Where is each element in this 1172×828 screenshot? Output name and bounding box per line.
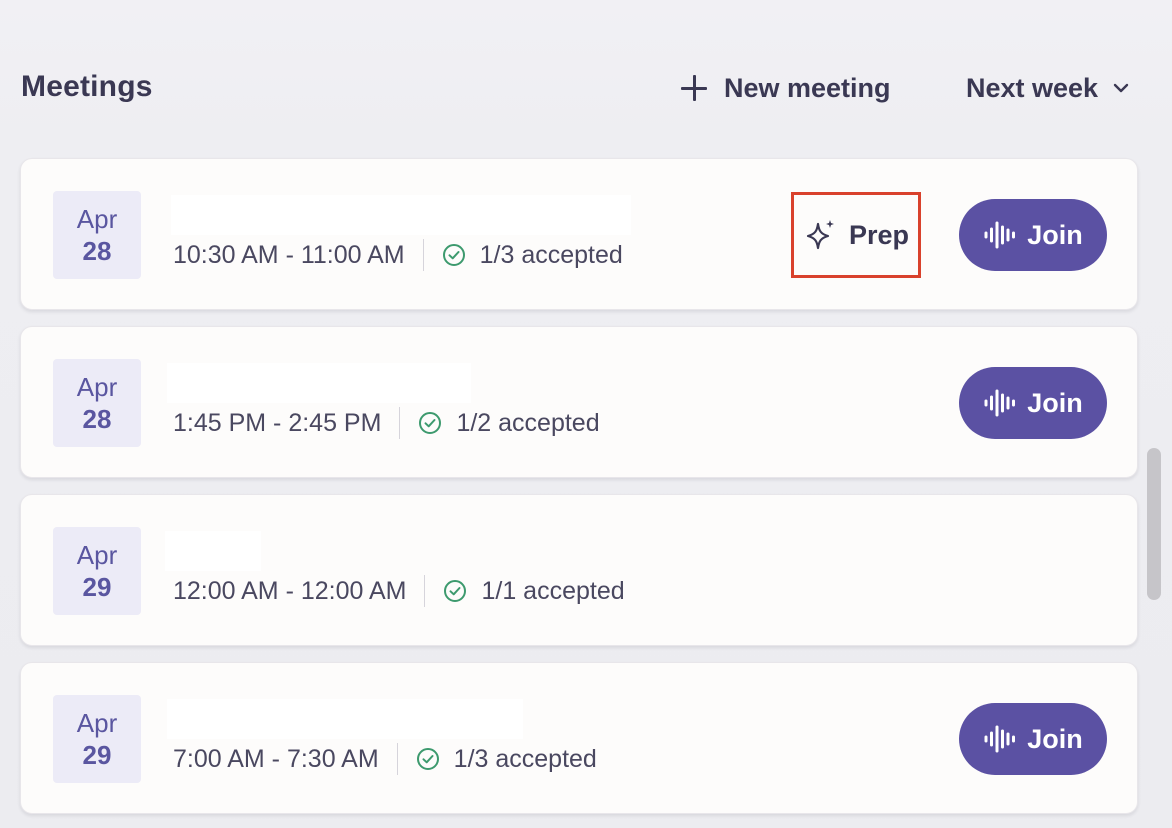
join-label: Join — [1027, 219, 1083, 250]
check-circle-icon — [419, 412, 442, 434]
meeting-time: 1:45 PM - 2:45 PM — [173, 408, 382, 437]
date-day: 29 — [82, 572, 112, 602]
join-label: Join — [1027, 387, 1083, 418]
join-button[interactable]: Join — [959, 703, 1107, 775]
date-badge: Apr 28 — [53, 359, 141, 447]
accepted-count: 1/3 accepted — [479, 240, 623, 269]
meeting-card[interactable]: Apr 29 7:00 AM - 7:30 AM 1/3 accepted Jo… — [20, 662, 1138, 814]
date-badge: Apr 29 — [53, 695, 141, 783]
join-button[interactable]: Join — [959, 367, 1107, 439]
date-day: 28 — [82, 236, 112, 266]
date-month: Apr — [76, 540, 118, 570]
chevron-down-icon — [1113, 83, 1129, 93]
meeting-time: 12:00 AM - 12:00 AM — [173, 576, 407, 605]
meeting-card[interactable]: Apr 29 12:00 AM - 12:00 AM 1/1 accepted — [20, 494, 1138, 646]
sparkle-icon — [806, 220, 834, 250]
accepted-count: 1/2 accepted — [456, 408, 600, 437]
period-dropdown[interactable]: Next week — [966, 68, 1130, 108]
date-month: Apr — [76, 372, 118, 402]
meeting-title-redacted — [171, 195, 631, 235]
scrollbar[interactable] — [1145, 152, 1167, 808]
divider — [399, 407, 401, 439]
date-month: Apr — [76, 204, 118, 234]
join-button[interactable]: Join — [959, 199, 1107, 271]
soundwave-icon — [984, 725, 1016, 753]
divider — [396, 743, 398, 775]
meeting-card[interactable]: Apr 28 1:45 PM - 2:45 PM 1/2 accepted Jo… — [20, 326, 1138, 478]
soundwave-icon — [984, 389, 1016, 417]
prep-label: Prep — [848, 219, 910, 250]
new-meeting-button[interactable]: New meeting — [680, 68, 891, 108]
meeting-meta: 7:00 AM - 7:30 AM 1/3 accepted — [173, 741, 597, 777]
meeting-title-redacted — [165, 531, 261, 571]
date-month: Apr — [76, 708, 118, 738]
check-circle-icon — [442, 244, 465, 266]
check-circle-icon — [416, 748, 439, 770]
meeting-card[interactable]: Apr 28 10:30 AM - 11:00 AM 1/3 accepted … — [20, 158, 1138, 310]
meeting-time: 10:30 AM - 11:00 AM — [173, 240, 405, 269]
accepted-count: 1/3 accepted — [453, 744, 597, 773]
page-title: Meetings — [21, 70, 153, 103]
meeting-meta: 1:45 PM - 2:45 PM 1/2 accepted — [173, 405, 600, 441]
meeting-meta: 12:00 AM - 12:00 AM 1/1 accepted — [173, 573, 625, 609]
divider — [422, 239, 424, 271]
meeting-time: 7:00 AM - 7:30 AM — [173, 744, 379, 773]
accepted-count: 1/1 accepted — [481, 576, 625, 605]
join-label: Join — [1027, 723, 1083, 754]
meeting-title-redacted — [167, 363, 471, 403]
check-circle-icon — [444, 580, 467, 602]
new-meeting-label: New meeting — [724, 72, 891, 103]
divider — [424, 575, 426, 607]
soundwave-icon — [984, 221, 1016, 249]
date-badge: Apr 28 — [53, 191, 141, 279]
period-label: Next week — [966, 72, 1099, 103]
date-day: 29 — [82, 740, 112, 770]
date-badge: Apr 29 — [53, 527, 141, 615]
meeting-title-redacted — [167, 699, 523, 739]
meeting-meta: 10:30 AM - 11:00 AM 1/3 accepted — [173, 237, 623, 273]
plus-icon — [680, 74, 708, 102]
date-day: 28 — [82, 404, 112, 434]
prep-button[interactable]: Prep — [791, 192, 921, 278]
header: Meetings New meeting Next week — [0, 0, 1172, 150]
scrollbar-thumb[interactable] — [1147, 448, 1161, 600]
